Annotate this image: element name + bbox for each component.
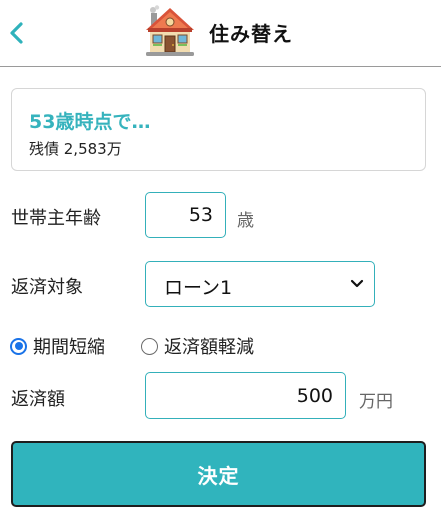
age-unit: 歳 [237, 211, 254, 231]
amount-label: 返済額 [11, 389, 65, 410]
repayment-target-value: ローン1 [164, 277, 233, 299]
age-label: 世帯主年齢 [11, 208, 101, 229]
remaining-debt-text: 残債 2,583万 [29, 140, 122, 158]
house-icon [146, 5, 194, 56]
amount-input[interactable] [145, 372, 346, 419]
radio-period-shortening[interactable]: 期間短縮 [10, 333, 105, 359]
radio-unchecked-icon [141, 337, 158, 355]
radio-payment-reduction-label: 返済額軽減 [164, 337, 254, 358]
app-screen: 住み替え 53歳時点で… 残債 2,583万 世帯主年齢 歳 返済対象 ローン1… [0, 0, 441, 529]
summary-card: 53歳時点で… 残債 2,583万 [11, 88, 426, 171]
repayment-target-select[interactable]: ローン1 [145, 261, 375, 307]
back-button[interactable] [4, 16, 28, 50]
radio-period-shortening-label: 期間短縮 [33, 337, 105, 358]
chevron-down-icon [350, 279, 364, 288]
amount-unit: 万円 [359, 392, 393, 412]
summary-title: 53歳時点で… [29, 111, 151, 133]
chevron-left-icon [10, 22, 23, 44]
submit-button[interactable]: 決定 [11, 441, 426, 507]
radio-checked-icon [10, 337, 27, 355]
radio-payment-reduction[interactable]: 返済額軽減 [141, 333, 254, 359]
header-bar: 住み替え [0, 0, 441, 67]
repayment-target-label: 返済対象 [11, 277, 83, 298]
age-input[interactable] [145, 192, 226, 238]
page-title: 住み替え [209, 22, 293, 46]
